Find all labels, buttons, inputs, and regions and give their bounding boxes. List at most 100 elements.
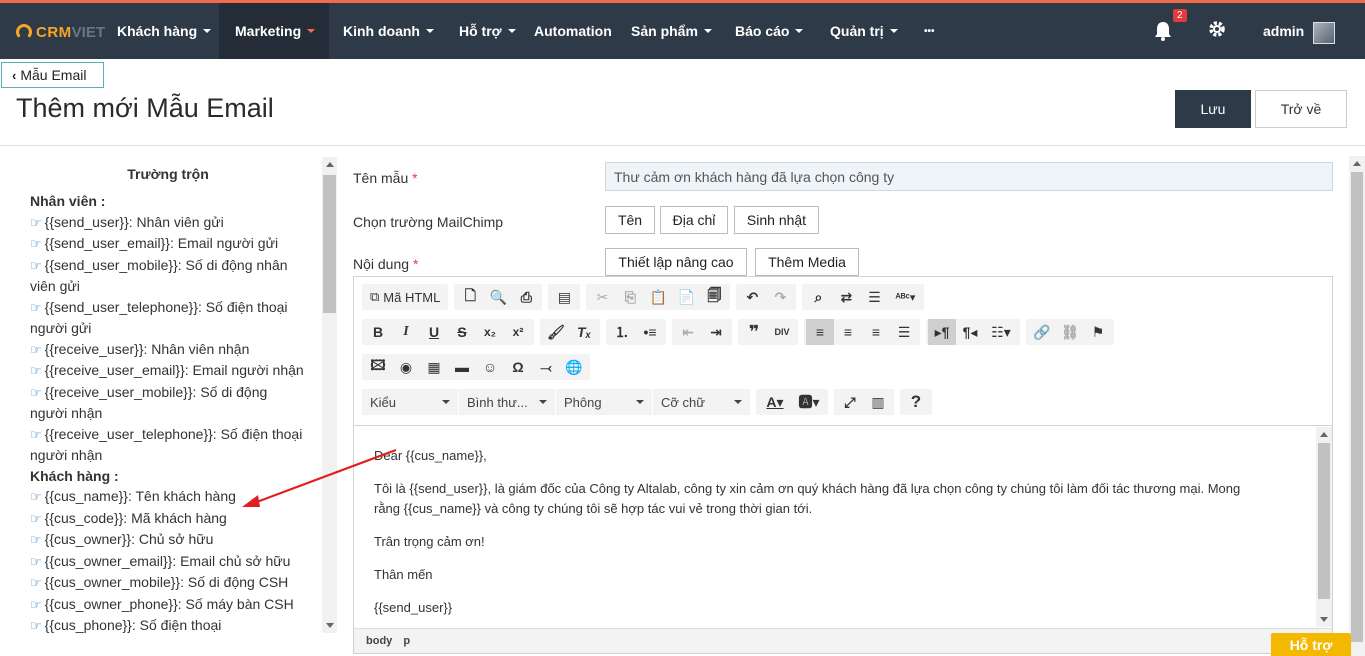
italic-icon[interactable]: I <box>392 319 420 345</box>
merge-field-item[interactable]: ☞ {{send_user_telephone}}: Số điện thoại … <box>30 297 308 339</box>
help-icon[interactable]: ? <box>902 389 930 415</box>
merge-field-item[interactable]: ☞ {{receive_user_mobile}}: Số di động ngư… <box>30 382 308 424</box>
text-direction-ltr-icon[interactable]: ▸¶ <box>928 319 956 345</box>
add-media-button[interactable]: Thêm Media <box>755 248 859 276</box>
merge-field-item[interactable]: ☞ {{receive_user_email}}: Email người nhậ… <box>30 360 308 382</box>
copy-icon[interactable]: ⎘ <box>616 284 644 310</box>
scroll-thumb[interactable] <box>1351 172 1363 642</box>
underline-icon[interactable]: U <box>420 319 448 345</box>
find-icon[interactable]: ⌕ <box>804 284 832 310</box>
subscript-icon[interactable]: x₂ <box>476 319 504 345</box>
advanced-settings-button[interactable]: Thiết lập nâng cao <box>605 248 747 276</box>
anchor-flag-icon[interactable]: ⚑ <box>1084 319 1112 345</box>
scroll-up-icon[interactable] <box>326 162 334 167</box>
special-char-icon[interactable]: Ω <box>504 354 532 380</box>
link-icon[interactable]: 🔗 <box>1028 319 1056 345</box>
merge-field-item[interactable]: ☞ {{cus_owner_email}}: Email chủ sở hữu <box>30 551 308 573</box>
unlink-icon[interactable]: ⛓ <box>1056 319 1084 345</box>
editor-scrollbar[interactable] <box>1316 427 1332 627</box>
merge-field-item[interactable]: ☞ {{cus_name}}: Tên khách hàng <box>30 486 308 508</box>
remove-format-icon[interactable]: Tₓ <box>570 319 598 345</box>
merge-field-item[interactable]: ☞ {{cus_owner_mobile}}: Số di động CSH <box>30 572 308 594</box>
iframe-globe-icon[interactable]: 🌐 <box>560 354 588 380</box>
print-icon[interactable]: ⎙ <box>512 284 540 310</box>
scroll-thumb[interactable] <box>1318 443 1330 599</box>
outdent-icon[interactable]: ⇤ <box>674 319 702 345</box>
merge-field-item[interactable]: ☞ {{cus_phone}}: Số điện thoại <box>30 615 308 634</box>
merge-field-item[interactable]: ☞ {{cus_owner}}: Chủ sở hữu <box>30 529 308 551</box>
bell-icon[interactable] <box>1154 21 1172 41</box>
page-break-icon[interactable]: ⤙ <box>532 354 560 380</box>
editor-paragraph[interactable]: Dear {{cus_name}}, <box>374 446 1254 466</box>
merge-field-item[interactable]: ☞ {{send_user_email}}: Email người gửi <box>30 233 308 255</box>
editor-paragraph[interactable]: Trân trọng cảm ơn! <box>374 532 1254 552</box>
select-all-icon[interactable]: ☰ <box>860 284 888 310</box>
path-body[interactable]: body <box>366 635 392 647</box>
paste-word-icon[interactable]: 🗐 <box>700 284 728 310</box>
replace-icon[interactable]: ⇄ <box>832 284 860 310</box>
cut-icon[interactable]: ✂ <box>588 284 616 310</box>
source-button[interactable]: ⧉ Mã HTML <box>364 284 446 310</box>
nav-item-quan-tri[interactable]: Quản trị <box>818 3 908 59</box>
language-icon[interactable]: ☷▾ <box>984 319 1018 345</box>
page-scrollbar[interactable] <box>1349 156 1365 656</box>
align-left-icon[interactable]: ≡ <box>806 319 834 345</box>
redo-icon[interactable]: ↷ <box>766 284 794 310</box>
paste-icon[interactable]: 📋 <box>644 284 672 310</box>
spellcheck-icon[interactable]: ᴬᴮᶜ▾ <box>888 284 922 310</box>
table-icon[interactable]: ▦ <box>420 354 448 380</box>
text-direction-rtl-icon[interactable]: ¶◂ <box>956 319 984 345</box>
bulleted-list-icon[interactable]: •≡ <box>636 319 664 345</box>
scroll-up-icon[interactable] <box>1353 161 1361 166</box>
mailchimp-name-button[interactable]: Tên <box>605 206 655 234</box>
numbered-list-icon[interactable]: ⒈ <box>608 319 636 345</box>
scroll-thumb[interactable] <box>323 175 336 313</box>
copy-format-icon[interactable]: 🖌 <box>542 319 570 345</box>
return-button[interactable]: Trở về <box>1255 90 1347 128</box>
merge-field-item[interactable]: ☞ {{cus_owner_phone}}: Số máy bàn CSH <box>30 594 308 616</box>
preview-icon[interactable]: 🔍 <box>484 284 512 310</box>
undo-icon[interactable]: ↶ <box>738 284 766 310</box>
format-combo[interactable]: Bình thư... <box>459 389 556 415</box>
nav-item-marketing[interactable]: Marketing <box>219 3 329 59</box>
style-combo[interactable]: Kiểu <box>362 389 459 415</box>
create-div-icon[interactable]: DIV <box>768 319 796 345</box>
nav-item-san-pham[interactable]: Sản phẩm <box>619 3 715 59</box>
maximize-icon[interactable]: ⤢ <box>836 389 864 415</box>
align-justify-icon[interactable]: ☰ <box>890 319 918 345</box>
scroll-down-icon[interactable] <box>1320 617 1328 622</box>
superscript-icon[interactable]: x² <box>504 319 532 345</box>
merge-field-item[interactable]: ☞ {{send_user}}: Nhân viên gửi <box>30 212 308 234</box>
strikethrough-icon[interactable]: S <box>448 319 476 345</box>
nav-item-ho-tro[interactable]: Hỗ trợ <box>447 3 521 59</box>
nav-item-khach-hang[interactable]: Khách hàng <box>105 3 213 59</box>
flash-icon[interactable]: ◉ <box>392 354 420 380</box>
editor-content[interactable]: Dear {{cus_name}}, Tôi là {{send_user}}, … <box>354 425 1332 628</box>
support-button[interactable]: Hỗ trợ <box>1271 633 1351 656</box>
brand-logo[interactable]: CRM VIET <box>16 21 105 43</box>
nav-item-kinh-doanh[interactable]: Kinh doanh <box>331 3 443 59</box>
merge-panel-scrollbar[interactable] <box>322 157 337 633</box>
scroll-down-icon[interactable] <box>326 623 334 628</box>
align-center-icon[interactable]: ≡ <box>834 319 862 345</box>
back-to-list-button[interactable]: ‹ Mẫu Email <box>1 62 104 88</box>
align-right-icon[interactable]: ≡ <box>862 319 890 345</box>
bold-icon[interactable]: B <box>364 319 392 345</box>
scroll-up-icon[interactable] <box>1320 432 1328 437</box>
text-color-icon[interactable]: A▾ <box>758 389 792 415</box>
font-combo[interactable]: Phông <box>556 389 653 415</box>
avatar[interactable] <box>1313 22 1335 44</box>
editor-paragraph[interactable]: Tôi là {{send_user}}, là giám đốc của Cô… <box>374 479 1254 519</box>
editor-paragraph[interactable]: {{send_user}} <box>374 598 1254 618</box>
blockquote-icon[interactable]: ❞ <box>740 319 768 345</box>
mailchimp-address-button[interactable]: Địa chỉ <box>660 206 728 234</box>
templates-icon[interactable]: ▤ <box>550 284 578 310</box>
indent-icon[interactable]: ⇥ <box>702 319 730 345</box>
gear-icon[interactable] <box>1208 20 1226 38</box>
mailchimp-birthday-button[interactable]: Sinh nhật <box>734 206 819 234</box>
show-blocks-icon[interactable]: ▥ <box>864 389 892 415</box>
template-name-input[interactable]: Thư cảm ơn khách hàng đã lựa chọn công t… <box>605 162 1333 191</box>
smiley-icon[interactable]: ☺ <box>476 354 504 380</box>
editor-paragraph[interactable]: Thân mến <box>374 565 1254 585</box>
paste-text-icon[interactable]: 📄 <box>672 284 700 310</box>
